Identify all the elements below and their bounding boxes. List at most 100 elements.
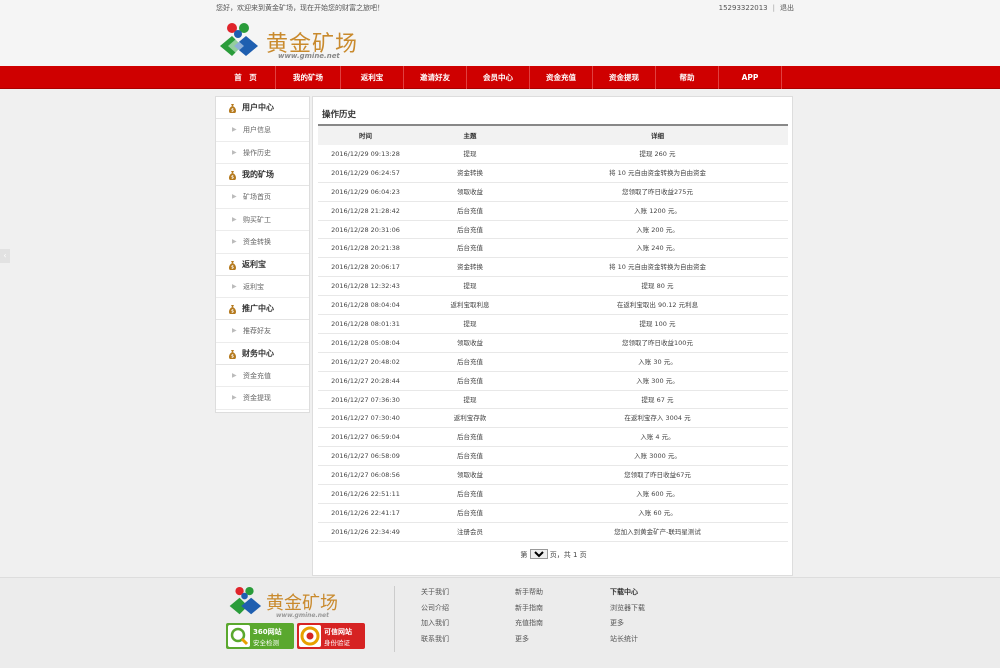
sidebar-item-mine-home[interactable]: ▶ 矿场首页 — [216, 186, 309, 209]
cell-detail: 提现 260 元 — [639, 150, 676, 158]
cell-detail: 入账 60 元。 — [638, 508, 677, 517]
nav-withdraw[interactable]: 资金提现 — [593, 66, 656, 89]
cell-time: 2016/12/26 22:51:11 — [331, 490, 400, 499]
table-row: 2016/12/28 20:21:38 后台充值 入账 240 元。 — [318, 239, 788, 259]
arrow-right-icon: ▶ — [232, 238, 237, 245]
cell-subject: 后台充值 — [457, 206, 483, 215]
cell-detail: 入账 300 元。 — [636, 376, 679, 385]
cell-subject: 领取收益 — [457, 338, 483, 347]
cell-subject: 后台充值 — [457, 452, 483, 461]
sidebar-item-fund-convert[interactable]: ▶ 资金转换 — [216, 231, 309, 254]
main-nav: 首 页 我的矿场 返利宝 邀请好友 会员中心 资金充值 资金提现 帮助 APP — [0, 66, 1000, 89]
sidebar: $ 用户中心 ▶ 用户信息 ▶ 操作历史 $ 我的矿场 ▶ 矿场首页 ▶ 购买矿工 ▶ 资… — [215, 96, 310, 413]
cell-detail: 提现 80 元 — [641, 282, 674, 291]
nav-invite[interactable]: 邀请好友 — [404, 66, 467, 89]
trust-seal-icon — [299, 625, 321, 647]
sidebar-item-rebate[interactable]: ▶ 返利宝 — [216, 276, 309, 298]
cell-time: 2016/12/27 20:48:02 — [331, 357, 400, 366]
cell-time: 2016/12/29 09:13:28 — [331, 150, 400, 158]
badge-trusted-site[interactable]: 可信网站 身份验证 — [297, 623, 365, 649]
logo-mark-icon — [220, 23, 258, 56]
cell-time: 2016/12/28 20:06:17 — [331, 263, 400, 272]
cell-time: 2016/12/26 22:41:17 — [331, 508, 400, 517]
cell-subject: 提现 — [463, 320, 477, 329]
sidebar-item-refer-friend[interactable]: ▶ 推荐好友 — [216, 320, 309, 343]
sidebar-item-recharge[interactable]: ▶ 资金充值 — [216, 365, 309, 387]
sidebar-item-user-info[interactable]: ▶ 用户信息 — [216, 119, 309, 142]
sidebar-item-history[interactable]: ▶ 操作历史 — [216, 142, 309, 164]
footer-link[interactable]: 加入我们 — [421, 617, 449, 633]
footer-link[interactable]: 关于我们 — [421, 586, 449, 602]
nav-help[interactable]: 帮助 — [656, 66, 719, 89]
cell-time: 2016/12/27 07:30:40 — [331, 414, 400, 423]
cell-time: 2016/12/27 06:58:09 — [331, 452, 400, 461]
footer-link[interactable]: 新手帮助 — [515, 586, 543, 602]
cell-time: 2016/12/29 06:04:23 — [331, 187, 400, 196]
table-row: 2016/12/28 21:28:42 后台充值 入账 1200 元。 — [318, 202, 788, 221]
logout-link[interactable]: 退出 — [780, 4, 794, 12]
table-row: 2016/12/27 20:28:44 后台充值 入账 300 元。 — [318, 372, 788, 391]
pager-prefix: 第 — [520, 551, 528, 559]
nav-recharge[interactable]: 资金充值 — [530, 66, 593, 89]
nav-app[interactable]: APP — [719, 66, 782, 89]
footer-logo-url: www.gmine.net — [276, 612, 329, 619]
badge-line2: 身份验证 — [324, 639, 350, 647]
cell-subject: 后台充值 — [457, 490, 483, 499]
cell-detail: 您加入到黄金矿产-联玛星测试 — [614, 527, 701, 536]
nav-rebate[interactable]: 返利宝 — [341, 66, 404, 89]
sidebar-section-title: 用户中心 — [242, 103, 274, 112]
footer: 黄金矿场 www.gmine.net 360网站 安全检测 可信网站 身份验证 … — [0, 577, 1000, 668]
table-row: 2016/12/29 09:13:28 提现 提现 260 元 — [318, 145, 788, 164]
sidebar-section-rebate: $ 返利宝 — [216, 254, 309, 276]
footer-link[interactable]: 联系我们 — [421, 633, 449, 649]
table-row: 2016/12/26 22:34:49 注册会员 您加入到黄金矿产-联玛星测试 — [318, 523, 788, 542]
table-row: 2016/12/26 22:41:17 后台充值 入账 60 元。 — [318, 504, 788, 523]
page-select[interactable]: 1 — [529, 549, 548, 559]
sidebar-item-label: 推荐好友 — [243, 327, 271, 335]
cell-detail: 入账 3000 元。 — [634, 452, 681, 461]
cell-time: 2016/12/29 06:24:57 — [331, 168, 400, 177]
footer-link[interactable]: 充值指南 — [515, 617, 543, 633]
cell-subject: 领取收益 — [457, 187, 483, 196]
nav-my-mine[interactable]: 我的矿场 — [276, 66, 341, 89]
footer-link[interactable]: 公司介绍 — [421, 602, 449, 618]
cell-subject: 注册会员 — [457, 527, 483, 536]
user-phone-link[interactable]: 15293322013 — [719, 4, 768, 12]
money-bag-icon: $ — [228, 260, 237, 270]
top-bar: 您好，欢迎来到黄金矿场，现在开始您的财富之旅吧！ 15293322013 | 退出 — [0, 0, 1000, 14]
footer-link[interactable]: 更多 — [515, 633, 543, 649]
site-logo[interactable]: 黄金矿场 www.gmine.net — [218, 22, 363, 62]
svg-text:$: $ — [231, 309, 234, 314]
sidebar-section-title: 财务中心 — [242, 348, 274, 358]
cell-detail: 将 10 元自由资金转换为自由资金 — [609, 168, 706, 177]
cell-subject: 后台充值 — [457, 376, 483, 385]
money-bag-icon: $ — [228, 305, 237, 314]
table-row: 2016/12/28 05:08:04 领取收益 您领取了昨日收益100元 — [318, 334, 788, 353]
svg-text:$: $ — [231, 264, 234, 269]
cell-detail: 您领取了昨日收益100元 — [622, 338, 693, 347]
cell-subject: 提现 — [463, 150, 477, 158]
arrow-right-icon: ▶ — [232, 193, 237, 200]
footer-link[interactable]: 站长统计 — [610, 633, 645, 649]
arrow-right-icon: ▶ — [232, 371, 237, 379]
sidebar-section-title: 返利宝 — [242, 259, 266, 269]
nav-member-center[interactable]: 会员中心 — [467, 66, 530, 89]
footer-logo[interactable]: 黄金矿场 www.gmine.net — [228, 586, 358, 620]
footer-link[interactable]: 更多 — [610, 617, 645, 633]
cell-time: 2016/12/27 06:59:04 — [331, 433, 400, 442]
arrow-right-icon: ▶ — [232, 126, 237, 133]
sidebar-section-title: 我的矿场 — [242, 170, 274, 179]
side-float-tab[interactable]: ‹ — [0, 249, 10, 263]
history-table: 时间 主题 详细 2016/12/29 09:13:28 提现 提现 260 元 20… — [318, 124, 788, 542]
footer-link[interactable]: 浏览器下载 — [610, 602, 645, 618]
svg-text:$: $ — [231, 175, 234, 180]
sidebar-item-buy-miner[interactable]: ▶ 购买矿工 — [216, 209, 309, 231]
badge-360-security[interactable]: 360网站 安全检测 — [226, 623, 294, 649]
footer-link[interactable]: 新手指南 — [515, 602, 543, 618]
cell-subject: 资金转换 — [457, 263, 483, 272]
svg-text:$: $ — [231, 108, 234, 113]
sidebar-item-withdraw[interactable]: ▶ 资金提现 — [216, 387, 309, 410]
cell-detail: 入账 600 元。 — [636, 490, 679, 499]
sidebar-item-label: 资金提现 — [243, 394, 271, 402]
nav-home[interactable]: 首 页 — [216, 66, 276, 89]
